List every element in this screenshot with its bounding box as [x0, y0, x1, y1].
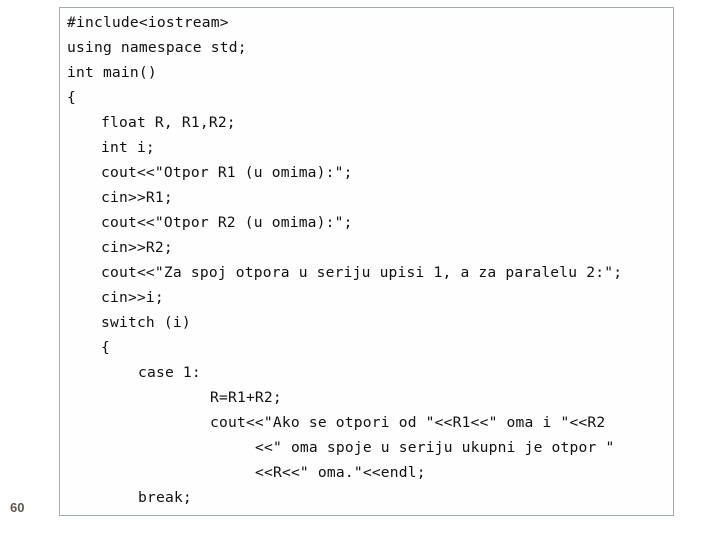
code-line: switch (i)	[101, 314, 191, 331]
code-line: cin>>i;	[101, 289, 164, 306]
code-line: int main()	[67, 64, 157, 81]
code-line: case 1:	[138, 364, 201, 381]
code-line: cout<<"Otpor R2 (u omima):";	[101, 214, 353, 231]
code-line: {	[67, 89, 76, 106]
code-line: R=R1+R2;	[210, 389, 282, 406]
code-line: break;	[138, 489, 192, 506]
code-line: <<R<<" oma."<<endl;	[255, 464, 426, 481]
code-line: #include<iostream>	[67, 14, 229, 31]
code-line: cin>>R1;	[101, 189, 173, 206]
code-line: float R, R1,R2;	[101, 114, 236, 131]
code-line: using namespace std;	[67, 39, 247, 56]
code-line: cout<<"Za spoj otpora u seriju upisi 1, …	[101, 264, 623, 281]
code-line: cout<<"Otpor R1 (u omima):";	[101, 164, 353, 181]
code-line: cin>>R2;	[101, 239, 173, 256]
code-line: <<" oma spoje u seriju ukupni je otpor "	[255, 439, 615, 456]
code-line: int i;	[101, 139, 155, 156]
code-listing-box: #include<iostream> using namespace std; …	[59, 7, 674, 516]
page-number: 60	[10, 500, 25, 515]
code-line: {	[101, 339, 110, 356]
code-line: cout<<"Ako se otpori od "<<R1<<" oma i "…	[210, 414, 606, 431]
